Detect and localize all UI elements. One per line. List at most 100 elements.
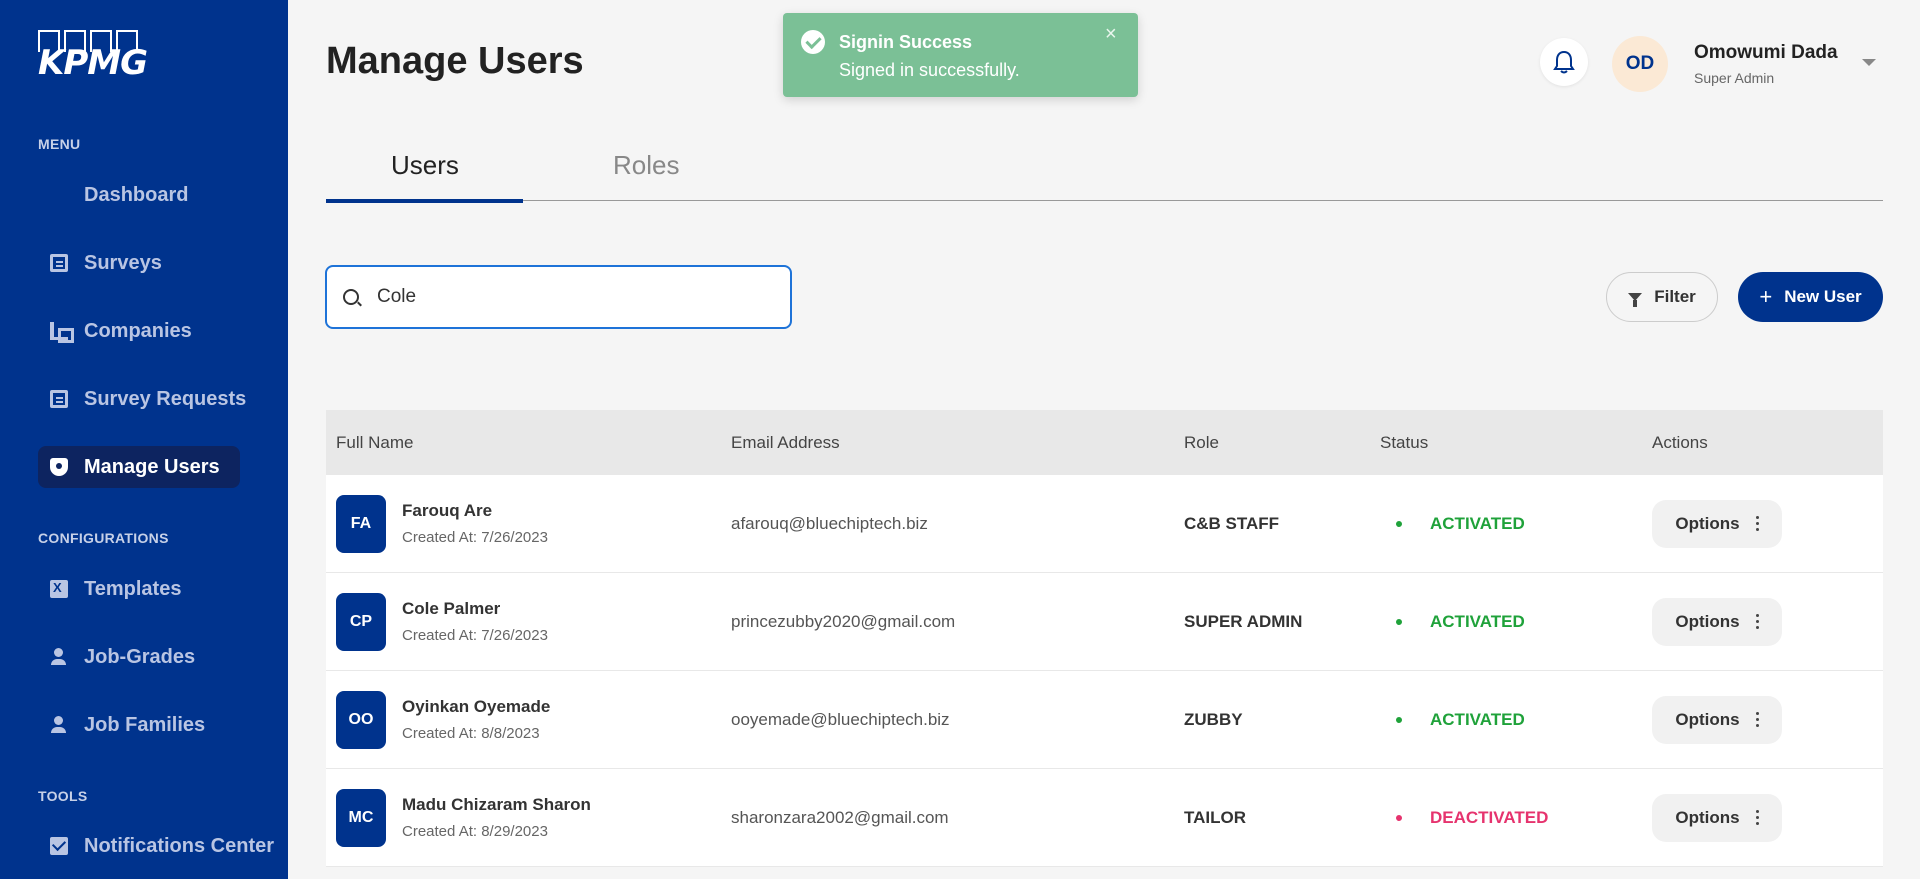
menu-section-title: MENU xyxy=(38,136,81,152)
sidebar-item-label: Job Families xyxy=(84,713,206,736)
name-cell: CP Cole Palmer Created At: 7/26/2023 xyxy=(326,592,731,651)
notification-bell-button[interactable] xyxy=(1540,38,1588,86)
sidebar-item-label: Job-Grades xyxy=(84,645,196,668)
status-text: ACTIVATED xyxy=(1430,513,1525,533)
status-dot xyxy=(1396,520,1402,527)
new-user-label: New User xyxy=(1784,287,1862,306)
request-icon xyxy=(50,390,68,408)
created-at: Created At: 7/26/2023 xyxy=(402,529,548,546)
check-circle-icon xyxy=(801,30,825,54)
role-cell: SUPER ADMIN xyxy=(1184,611,1303,631)
options-label: Options xyxy=(1675,807,1740,827)
person-icon xyxy=(50,716,68,734)
close-icon[interactable]: × xyxy=(1105,23,1117,46)
toast-title: Signin Success xyxy=(839,32,973,52)
sidebar-item-notifications-center[interactable]: Notifications Center xyxy=(38,825,286,867)
chevron-down-icon[interactable] xyxy=(1862,59,1876,66)
options-label: Options xyxy=(1675,513,1740,533)
sidebar-item-label: Dashboard xyxy=(84,183,189,206)
table-row: CP Cole Palmer Created At: 7/26/2023 pri… xyxy=(326,573,1883,671)
options-button[interactable]: Options xyxy=(1652,499,1782,548)
toast-message: Signed in successfully. xyxy=(839,60,1020,80)
name-cell: OO Oyinkan Oyemade Created At: 8/8/2023 xyxy=(326,690,731,749)
status-badge: DEACTIVATED xyxy=(1380,808,1652,828)
options-button[interactable]: Options xyxy=(1652,597,1782,646)
shield-user-icon xyxy=(50,458,68,476)
building-icon xyxy=(50,322,74,343)
table-row: FA Farouq Are Created At: 7/26/2023 afar… xyxy=(326,475,1883,573)
user-name[interactable]: Omowumi Dada xyxy=(1694,42,1838,64)
role-cell: TAILOR xyxy=(1184,807,1247,827)
table-row: MC Madu Chizaram Sharon Created At: 8/29… xyxy=(326,769,1883,867)
options-button[interactable]: Options xyxy=(1652,793,1782,842)
sidebar-item-survey-requests[interactable]: Survey Requests xyxy=(38,378,258,420)
search-input[interactable] xyxy=(377,286,777,308)
sidebar-item-label: Survey Requests xyxy=(84,387,247,410)
kebab-menu-icon xyxy=(1755,810,1759,825)
table-row: OO Oyinkan Oyemade Created At: 8/8/2023 … xyxy=(326,671,1883,769)
new-user-button[interactable]: + New User xyxy=(1738,272,1883,322)
kebab-menu-icon xyxy=(1755,516,1759,531)
sidebar-item-surveys[interactable]: Surveys xyxy=(38,242,174,284)
sidebar-item-job-grades[interactable]: Job-Grades xyxy=(38,636,207,678)
role-cell: ZUBBY xyxy=(1184,709,1243,729)
header-status: Status xyxy=(1380,432,1429,452)
filter-label: Filter xyxy=(1654,287,1696,306)
tab-users[interactable]: Users xyxy=(391,150,459,181)
signin-toast: Signin Success Signed in successfully. × xyxy=(783,13,1138,97)
status-badge: ACTIVATED xyxy=(1380,710,1652,730)
tools-section-title: TOOLS xyxy=(38,788,88,804)
kpmg-logo[interactable]: KPMG xyxy=(38,30,148,82)
created-at: Created At: 8/29/2023 xyxy=(402,823,548,840)
search-box[interactable] xyxy=(325,265,792,329)
user-role: Super Admin xyxy=(1694,70,1775,86)
header-email: Email Address xyxy=(731,432,840,452)
search-icon xyxy=(343,289,359,305)
status-dot xyxy=(1396,618,1402,625)
survey-icon xyxy=(50,254,68,272)
avatar: OO xyxy=(336,690,386,749)
filter-icon xyxy=(1628,293,1643,307)
email-cell: ooyemade@bluechiptech.biz xyxy=(731,709,950,729)
email-cell: sharonzara2002@gmail.com xyxy=(731,807,949,827)
filter-button[interactable]: Filter xyxy=(1606,272,1718,322)
sidebar-item-label: Companies xyxy=(84,319,192,342)
configurations-section-title: CONFIGURATIONS xyxy=(38,530,169,546)
status-badge: ACTIVATED xyxy=(1380,612,1652,632)
created-at: Created At: 7/26/2023 xyxy=(402,627,548,644)
role-cell: C&B STAFF xyxy=(1184,513,1280,533)
status-text: ACTIVATED xyxy=(1430,611,1525,631)
sidebar-item-templates[interactable]: Templates xyxy=(38,568,193,610)
sidebar-item-label: Surveys xyxy=(84,251,162,274)
header-actions: Actions xyxy=(1652,432,1708,452)
options-label: Options xyxy=(1675,709,1740,729)
mail-icon xyxy=(50,837,68,855)
options-button[interactable]: Options xyxy=(1652,695,1782,744)
header-role: Role xyxy=(1184,432,1219,452)
sidebar-item-manage-users[interactable]: Manage Users xyxy=(38,446,240,488)
header-full-name: Full Name xyxy=(336,432,414,452)
avatar: FA xyxy=(336,494,386,553)
excel-icon xyxy=(50,580,68,598)
status-dot xyxy=(1396,716,1402,723)
dashboard-icon xyxy=(50,186,68,204)
sidebar-item-job-families[interactable]: Job Families xyxy=(38,704,217,746)
sidebar-item-label: Templates xyxy=(84,577,182,600)
kebab-menu-icon xyxy=(1755,712,1759,727)
sidebar-item-companies[interactable]: Companies xyxy=(38,310,204,352)
user-avatar[interactable]: OD xyxy=(1612,36,1668,92)
tab-roles[interactable]: Roles xyxy=(613,150,679,181)
name-cell: FA Farouq Are Created At: 7/26/2023 xyxy=(326,494,731,553)
tabs-divider xyxy=(326,200,1883,201)
plus-icon: + xyxy=(1759,284,1773,309)
status-badge: ACTIVATED xyxy=(1380,514,1652,534)
status-text: ACTIVATED xyxy=(1430,709,1525,729)
email-cell: afarouq@bluechiptech.biz xyxy=(731,513,928,533)
sidebar: KPMG MENU Dashboard Surveys Companies Su… xyxy=(0,0,288,879)
sidebar-item-dashboard[interactable]: Dashboard xyxy=(38,174,200,216)
user-full-name: Farouq Are xyxy=(402,501,493,520)
users-table: Full Name Email Address Role Status Acti… xyxy=(326,410,1883,867)
sidebar-item-label: Notifications Center xyxy=(84,834,275,857)
name-cell: MC Madu Chizaram Sharon Created At: 8/29… xyxy=(326,788,731,847)
status-text: DEACTIVATED xyxy=(1430,807,1549,827)
